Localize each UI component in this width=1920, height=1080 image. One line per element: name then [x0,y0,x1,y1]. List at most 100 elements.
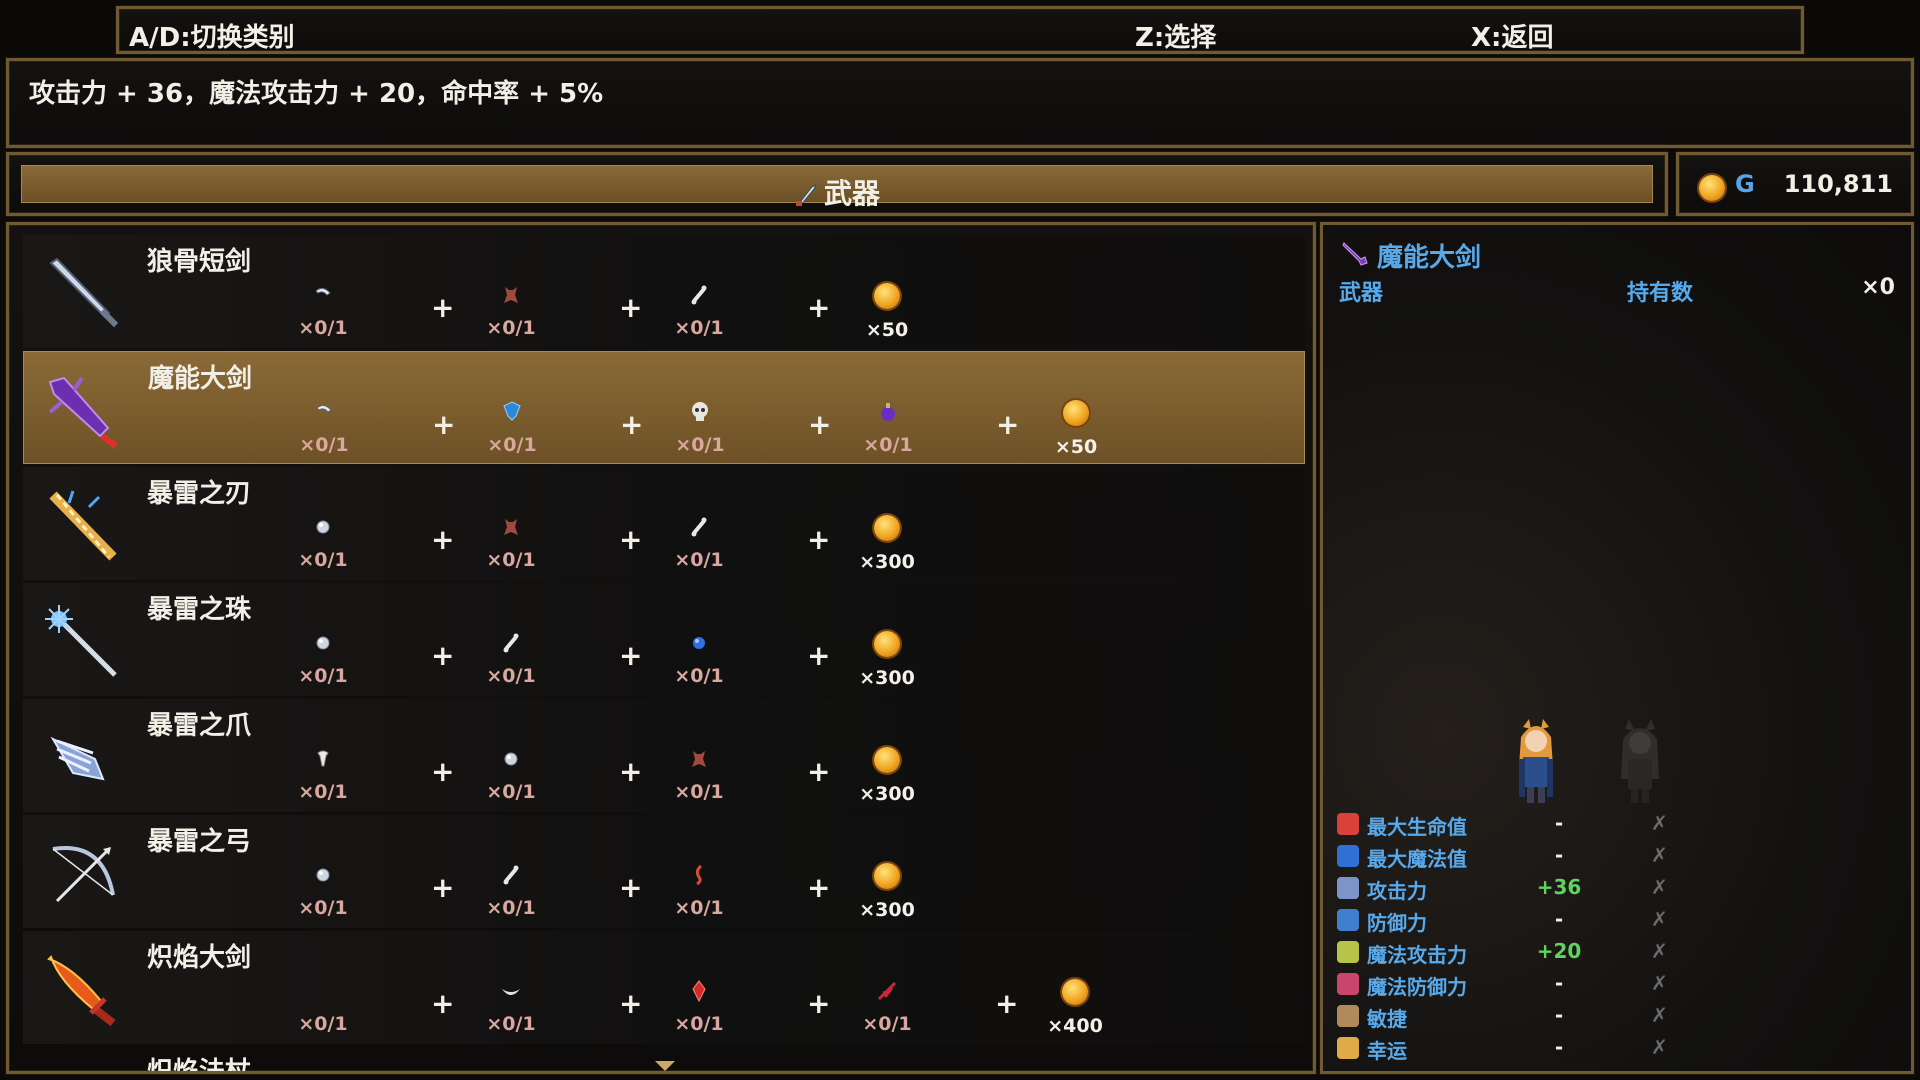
gold-coin-icon [874,863,900,889]
material-count: ×300 [859,783,915,805]
character-portrait-active[interactable] [1511,717,1561,805]
stat-label: 最大魔法值 [1367,847,1467,871]
pelt-icon [499,515,523,539]
gold-coin-icon [1063,400,1089,426]
plus-sign: + [620,408,644,441]
recipe-name: 暴雷之爪 [147,711,252,741]
stat-label: 敏捷 [1367,1007,1407,1031]
stat-row: 最大魔法值 - ✗ [1333,841,1893,871]
back-hint[interactable]: X:返回 [1471,17,1553,54]
recipe-row[interactable]: 暴雷之弓 ×0/1 + ×0/1 + ×0/1 + ×300 [23,815,1305,928]
material-count: ×0/1 [674,317,724,339]
material-slot: ×50 [1031,400,1121,458]
red-hook-icon [687,863,711,887]
plus-sign: + [807,871,831,904]
material-slot: ×0/1 [278,283,368,339]
material-count: ×0/1 [486,781,536,803]
material-count: ×50 [865,319,909,341]
material-count: ×0/1 [298,1013,348,1035]
plus-sign: + [431,639,455,672]
character-portrait-inactive[interactable] [1615,719,1665,807]
material-count: ×0/1 [674,665,724,687]
recipe-name: 炽焰大剑 [147,943,252,973]
material-slot: ×0/1 [466,515,556,571]
boot-icon [1337,1005,1359,1027]
material-count: ×50 [1054,436,1098,458]
stat-label: 魔法攻击力 [1367,943,1467,967]
crescent-icon [311,979,335,1003]
recipe-name: 狼骨短剑 [147,247,252,277]
material-count: ×0/1 [486,1013,536,1035]
hat-icon [1337,973,1359,995]
material-count: ×300 [859,551,915,573]
pelt-icon [687,747,711,771]
item-description: 攻击力 + 36，魔法攻击力 + 20，命中率 + 5% [29,79,604,109]
detail-item-name: 魔能大剑 [1377,243,1482,273]
recipe-row[interactable]: 暴雷之爪 ×0/1 + ×0/1 + ×0/1 + ×300 [23,699,1305,812]
recipe-name: 魔能大剑 [148,364,253,394]
recipe-list[interactable]: 狼骨短剑 ×0/1 + ×0/1 + ×0/1 + ×50 魔能大剑 ×0/1 + ×0/1 + ×0/1… [6,222,1316,1074]
material-count: ×0/1 [674,781,724,803]
detail-panel: 魔能大剑 武器 持有数 ×0 最大生命值 - ✗ 最大魔法值 - ✗ 攻击力 +36 ✗ 防御力 -… [1320,222,1914,1074]
skull-icon [688,400,712,424]
material-count: ×0/1 [298,897,348,919]
plus-sign: + [431,291,455,324]
silver-orb-icon [311,631,335,655]
stat-value: - [1554,1003,1564,1027]
category-tab[interactable]: 武器 [21,165,1653,210]
plus-sign: + [619,639,643,672]
item-description-box: 攻击力 + 36，魔法攻击力 + 20，命中率 + 5% [6,58,1914,148]
recipe-row[interactable]: 暴雷之珠 ×0/1 + ×0/1 + ×0/1 + ×300 [23,583,1305,696]
silver-orb-icon [311,515,335,539]
plus-sign: + [431,987,455,1020]
attack-icon [1337,877,1359,899]
stat-value: +36 [1536,875,1582,899]
plus-sign: + [432,408,456,441]
stat-label: 防御力 [1367,911,1427,935]
thunder-blade-icon [43,487,123,567]
stat-label: 幸运 [1367,1039,1407,1063]
material-count: ×0/1 [674,549,724,571]
material-slot: ×0/1 [654,283,744,339]
material-slot: ×0/1 [654,515,744,571]
plus-sign: + [807,523,831,556]
recipe-row[interactable]: 暴雷之刃 ×0/1 + ×0/1 + ×0/1 + ×300 [23,467,1305,580]
silver-orb-icon [499,747,523,771]
plus-sign: + [807,291,831,324]
material-count: ×0/1 [863,434,913,456]
recipe-row[interactable]: 炽焰大剑 ×0/1 + ×0/1 + ×0/1 + ×0/1 + ×400 [23,931,1305,1044]
stat-unavailable-mark: ✗ [1651,1003,1668,1027]
stat-value: +20 [1536,939,1582,963]
material-slot: ×0/1 [278,979,368,1035]
fang-icon [311,747,335,771]
purple-greatsword-icon [44,372,124,452]
switch-category-hint[interactable]: A/D:切换类别 [129,17,295,54]
stat-value: - [1554,907,1564,931]
bone-icon [499,631,523,655]
select-hint[interactable]: Z:选择 [1135,17,1216,54]
scroll-down-icon[interactable] [655,1061,675,1071]
recipe-name: 暴雷之弓 [147,827,252,857]
plus-sign: + [619,523,643,556]
material-slot: ×0/1 [655,400,745,456]
material-slot: ×300 [842,863,932,921]
material-slot: ×300 [842,747,932,805]
stat-label: 最大生命值 [1367,815,1467,839]
star-icon [1337,1037,1359,1059]
bone-icon [687,283,711,307]
recipe-row[interactable]: 魔能大剑 ×0/1 + ×0/1 + ×0/1 + ×0/1 + ×50 [23,351,1305,464]
material-slot: ×0/1 [278,631,368,687]
stat-unavailable-mark: ✗ [1651,971,1668,995]
stat-unavailable-mark: ✗ [1651,907,1668,931]
stat-unavailable-mark: ✗ [1651,1035,1668,1059]
material-slot: ×0/1 [654,747,744,803]
plus-sign: + [995,987,1019,1020]
material-slot: ×0/1 [842,979,932,1035]
category-label: 武器 [823,177,880,210]
material-slot: ×300 [842,631,932,689]
material-count: ×0/1 [674,897,724,919]
stat-unavailable-mark: ✗ [1651,843,1668,867]
recipe-row[interactable]: 狼骨短剑 ×0/1 + ×0/1 + ×0/1 + ×50 [23,235,1305,348]
gold-coin-icon [874,631,900,657]
material-slot: ×0/1 [278,515,368,571]
